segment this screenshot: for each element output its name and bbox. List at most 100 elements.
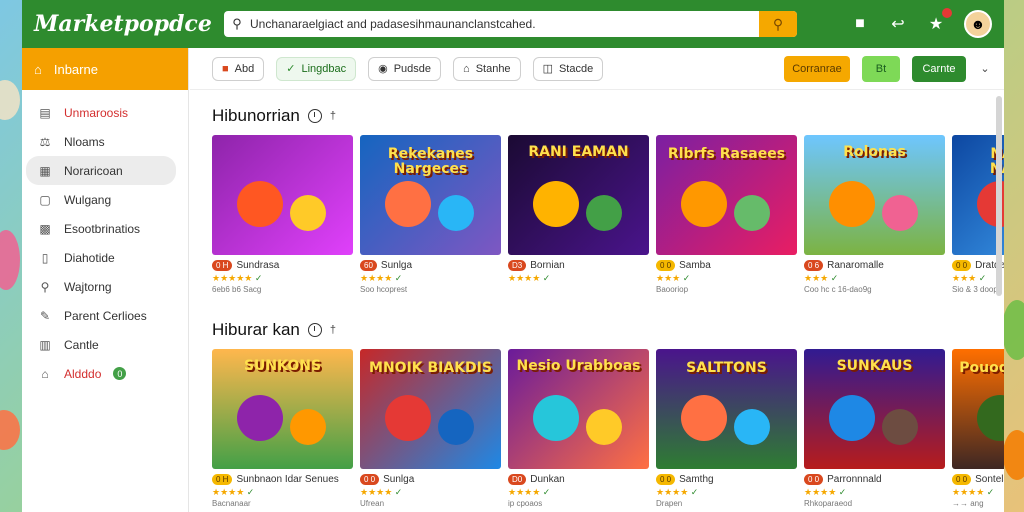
game-title[interactable]: Sunlga xyxy=(383,474,414,485)
price-pill: 0 0 xyxy=(656,260,676,271)
star-rating: ★★★ ✓ xyxy=(804,273,945,284)
game-card[interactable]: Rlbrfs Rasaees 0 0 Samba ★★★ ✓ Baooriop xyxy=(656,135,797,294)
game-subtitle: Baooriop xyxy=(656,285,689,294)
grid-icon: ▦ xyxy=(39,163,51,178)
search-button[interactable]: ⚲ xyxy=(759,11,797,37)
game-card[interactable]: Pouod Cumanes 0 0Sontelae ★★★★ ✓→→ ang xyxy=(952,349,1004,508)
sidebar-item-10[interactable]: ⌂ Aldddo 0 xyxy=(26,359,176,388)
check-icon: ✓ xyxy=(252,273,263,283)
tag-icon: ⚖ xyxy=(39,134,51,149)
game-thumbnail[interactable]: Rlbrfs Rasaees xyxy=(656,135,797,255)
sidebar-item-8[interactable]: ✎ Parent Cerlioes xyxy=(26,301,176,330)
character-art xyxy=(733,195,770,231)
game-title[interactable]: Ranaromalle xyxy=(827,260,884,271)
sidebar-item-3[interactable]: ▦ Noraricoan xyxy=(26,156,176,185)
game-card[interactable]: Rekekanes Nargeces 60 Sunlga ★★★★ ✓ Soo hcop… xyxy=(360,135,501,294)
game-card[interactable]: MNOIK BIAKDIS 0 0 Sunlga ★★★★ ✓ Ufrean xyxy=(360,349,501,508)
check-icon: ✓ xyxy=(540,487,551,497)
game-thumbnail[interactable]: SALTTONS xyxy=(656,349,797,469)
game-thumbnail[interactable] xyxy=(212,135,353,255)
home-icon: ⌂ xyxy=(34,61,42,77)
trash-icon: ◫ xyxy=(542,63,553,75)
search-input[interactable]: Unchanaraelgiact and padasesihmaunanclan… xyxy=(250,17,759,31)
check-icon: ✓ xyxy=(392,273,403,283)
small-green-button[interactable]: Bt xyxy=(862,55,900,82)
game-art-title: SALTTONS xyxy=(686,360,767,376)
filter-chip-2[interactable]: ✓ Lingdbac xyxy=(276,56,357,81)
game-title[interactable]: Bornian xyxy=(530,260,564,271)
filter-chip-4[interactable]: ⌂ Stanhe xyxy=(453,56,521,81)
game-meta: 0 6 Ranaromalle xyxy=(804,260,945,271)
star-rating: ★★★★ ✓ xyxy=(212,487,353,498)
game-thumbnail[interactable]: MNOIK BIAKDIS xyxy=(360,349,501,469)
star-rating: ★★★★ ✓ xyxy=(656,487,797,498)
orange-button[interactable]: Corranrae xyxy=(784,55,850,82)
search-bar[interactable]: ⚲ Unchanaraelgiact and padasesihmaunancl… xyxy=(224,11,797,37)
bag-icon[interactable]: ■ xyxy=(850,15,870,33)
avatar[interactable]: ☻ xyxy=(964,10,992,38)
app-logo[interactable]: Marketpopdce xyxy=(34,11,224,37)
check-icon: ✓ xyxy=(984,487,995,497)
game-card[interactable]: SUNKAUS 0 0 Parronnnald ★★★★ ✓ Rhkoparaeod xyxy=(804,349,945,508)
chevron-down-icon[interactable]: ⌄ xyxy=(978,62,992,75)
price-pill: 0 0 xyxy=(360,474,380,485)
sidebar-item-2[interactable]: ⚖ Nloams xyxy=(26,127,176,156)
game-thumbnail[interactable]: Rekekanes Nargeces xyxy=(360,135,501,255)
game-card[interactable]: SUNKONS 0 H Sunbnaon Idar Senues ★★★★ ✓ Bacn… xyxy=(212,349,353,508)
game-thumbnail[interactable]: SUNKONS xyxy=(212,349,353,469)
game-card[interactable]: Rolonas 0 6 Ranaromalle ★★★ ✓ Coo hc c 16-da… xyxy=(804,135,945,294)
sidebar-item-6[interactable]: ▯ Diahotide xyxy=(26,243,176,272)
game-title[interactable]: Dunkan xyxy=(530,474,564,485)
character-art xyxy=(533,180,580,227)
notification-dot xyxy=(942,8,952,18)
share-icon[interactable]: ↩ xyxy=(888,14,908,34)
game-card[interactable]: SALTTONS 0 0 Samthg ★★★★ ✓ Drapen xyxy=(656,349,797,508)
game-title[interactable]: Samthg xyxy=(679,474,713,485)
game-title[interactable]: Sunbnaon Idar Senues xyxy=(236,474,338,485)
box-icon: ▢ xyxy=(39,192,51,207)
game-card[interactable]: RANI EAMAN D3 Bornian ★★★★ ✓ xyxy=(508,135,649,294)
game-title[interactable]: Sontelae xyxy=(975,474,1004,485)
game-thumbnail[interactable]: SUNKAUS xyxy=(804,349,945,469)
game-title[interactable]: Sundrasa xyxy=(236,260,279,271)
price-pill: D0 xyxy=(508,474,527,485)
sidebar-item-7[interactable]: ⚲ Wajtorng xyxy=(26,272,176,301)
bag-icon: ✓ xyxy=(286,63,296,75)
stars-text: ★★★★ xyxy=(508,273,541,283)
stars-text: ★★★ xyxy=(656,273,681,283)
game-title[interactable]: Sunlga xyxy=(381,260,412,271)
game-thumbnail[interactable]: Pouod Cumanes xyxy=(952,349,1004,469)
sidebar-item-1[interactable]: ▤ Unmaroosis xyxy=(26,98,176,127)
filter-chip-1[interactable]: ■ Abd xyxy=(212,56,265,81)
chip-label: Lingdbac xyxy=(301,62,347,75)
game-thumbnail[interactable]: Rolonas xyxy=(804,135,945,255)
chip-label: Stacde xyxy=(558,62,594,75)
game-card[interactable]: Nesio Urabboas D0 Dunkan ★★★★ ✓ ip cpoaos xyxy=(508,349,649,508)
game-subtitle: Ufrean xyxy=(360,499,385,508)
game-art-title: Rolonas xyxy=(843,144,906,160)
game-thumbnail[interactable]: Nesio Urabboas xyxy=(508,349,649,469)
scrollbar[interactable] xyxy=(996,96,1002,296)
game-row-2: SUNKONS 0 H Sunbnaon Idar Senues ★★★★ ✓ Bacn… xyxy=(212,349,1004,508)
top-header: Marketpopdce ⚲ Unchanaraelgiact and pada… xyxy=(22,0,1004,48)
price-pill: 0 0 xyxy=(804,474,824,485)
game-card[interactable]: 0 H Sundrasa ★★★★★ ✓ 6eb6 b6 Sacg xyxy=(212,135,353,294)
sidebar-item-9[interactable]: ▥ Cantle xyxy=(26,330,176,359)
star-rating: ★★★★ ✓ xyxy=(804,487,945,498)
sidebar-item-4[interactable]: ▢ Wulgang xyxy=(26,185,176,214)
check-icon: ✓ xyxy=(244,487,255,497)
chip-label: Pudsde xyxy=(393,62,432,75)
game-title[interactable]: Parronnnald xyxy=(827,474,881,485)
sidebar-item-5[interactable]: ▩ Esootbrinatios xyxy=(26,214,176,243)
game-title[interactable]: Samba xyxy=(679,260,711,271)
notifications-icon[interactable]: ★ xyxy=(926,8,952,34)
sidebar-item-label: Wulgang xyxy=(64,192,112,207)
filter-chip-5[interactable]: ◫ Stacde xyxy=(532,56,604,81)
green-button[interactable]: Carnte xyxy=(912,55,966,82)
game-thumbnail[interactable]: RANI EAMAN xyxy=(508,135,649,255)
stars-text: ★★★★★ xyxy=(212,273,253,283)
filter-chip-3[interactable]: ◉ Pudsde xyxy=(368,56,442,81)
price-pill: D3 xyxy=(508,260,527,271)
game-subtitle: Soo hcoprest xyxy=(360,285,408,294)
sidebar-item-home[interactable]: ⌂ Inbarne xyxy=(22,48,188,90)
